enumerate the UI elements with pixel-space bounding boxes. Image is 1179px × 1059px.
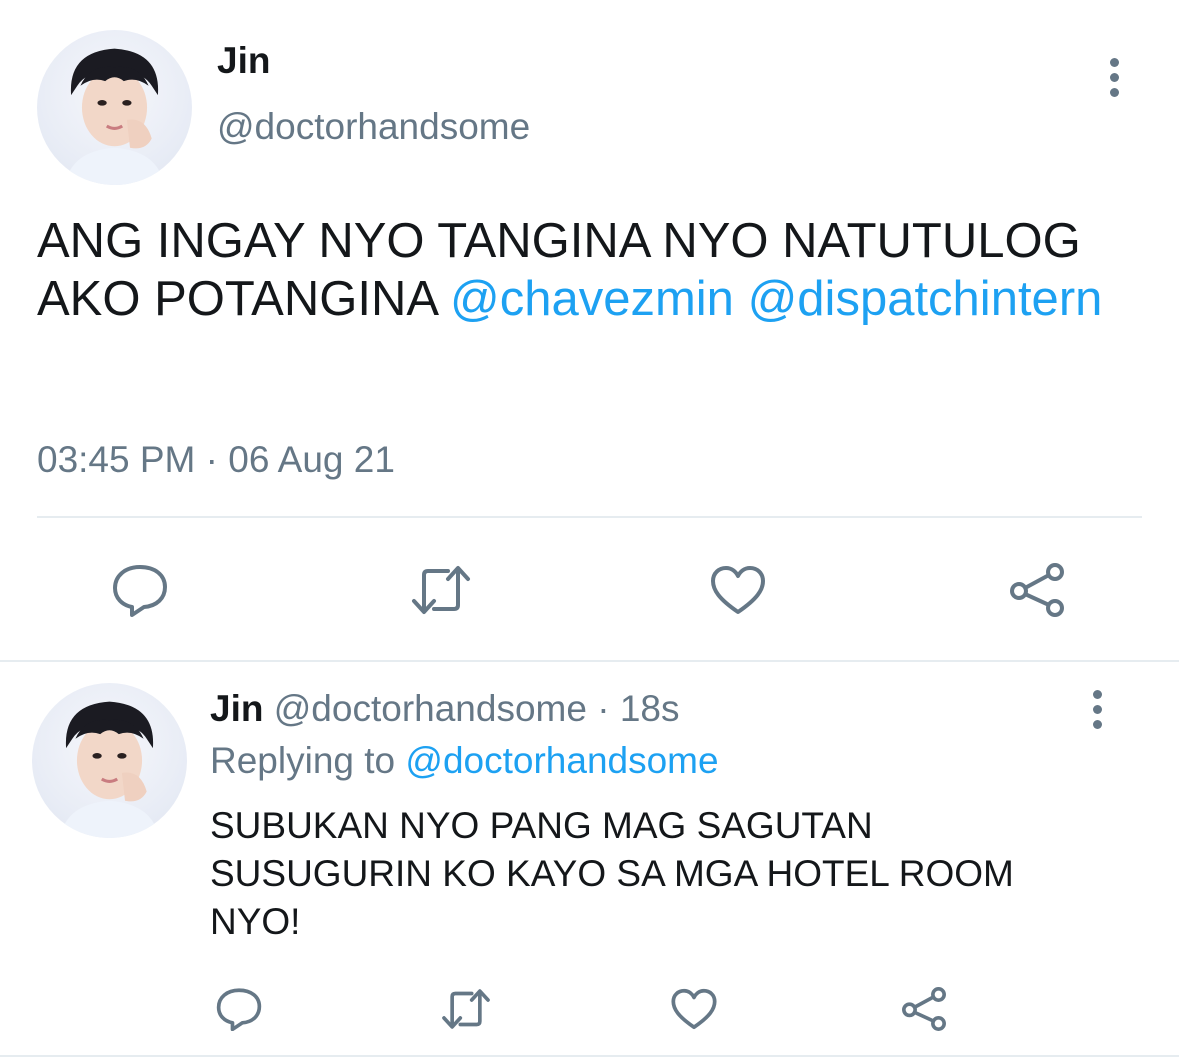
mention-link[interactable]: @doctorhandsome xyxy=(405,740,718,781)
bottom-divider xyxy=(0,1055,1179,1057)
more-options-icon[interactable] xyxy=(1090,690,1104,735)
retweet-icon[interactable] xyxy=(440,986,492,1032)
tweet-text: ANG INGAY NYO TANGINA NYO NATUTULOG AKO … xyxy=(37,212,1147,328)
author-name[interactable]: Jin xyxy=(210,688,263,729)
avatar[interactable] xyxy=(37,30,192,185)
avatar[interactable] xyxy=(32,683,187,838)
replying-to-label: Replying to xyxy=(210,740,396,781)
replying-to: Replying to @doctorhandsome xyxy=(210,740,719,782)
reply-icon[interactable] xyxy=(110,562,170,618)
more-options-icon[interactable] xyxy=(1107,58,1121,103)
tweet-timestamp[interactable]: 03:45 PM · 06 Aug 21 xyxy=(37,439,395,481)
profile-photo xyxy=(64,48,165,185)
profile-photo xyxy=(59,701,160,838)
reply-icon[interactable] xyxy=(214,986,264,1032)
reply-header: Jin @doctorhandsome · 18s xyxy=(210,688,679,730)
share-icon[interactable] xyxy=(898,984,950,1034)
section-divider xyxy=(0,660,1179,662)
author-name[interactable]: Jin xyxy=(217,40,270,82)
reply-line: NYO! xyxy=(210,901,301,942)
author-handle[interactable]: @doctorhandsome xyxy=(217,106,530,148)
author-handle[interactable]: @doctorhandsome xyxy=(274,688,587,729)
mention-link[interactable]: @dispatchintern xyxy=(748,272,1103,326)
like-icon[interactable] xyxy=(708,562,768,618)
retweet-icon[interactable] xyxy=(410,562,472,618)
reply-line: SUSUGURIN KO KAYO SA MGA HOTEL ROOM xyxy=(210,853,1014,894)
reply-line: SUBUKAN NYO PANG MAG SAGUTAN xyxy=(210,805,873,846)
like-icon[interactable] xyxy=(668,986,720,1032)
reply-age: · 18s xyxy=(597,688,680,729)
divider xyxy=(37,516,1142,518)
reply-text: SUBUKAN NYO PANG MAG SAGUTAN SUSUGURIN K… xyxy=(210,802,1110,946)
share-icon[interactable] xyxy=(1006,560,1068,620)
mention-link[interactable]: @chavezmin xyxy=(450,272,734,326)
